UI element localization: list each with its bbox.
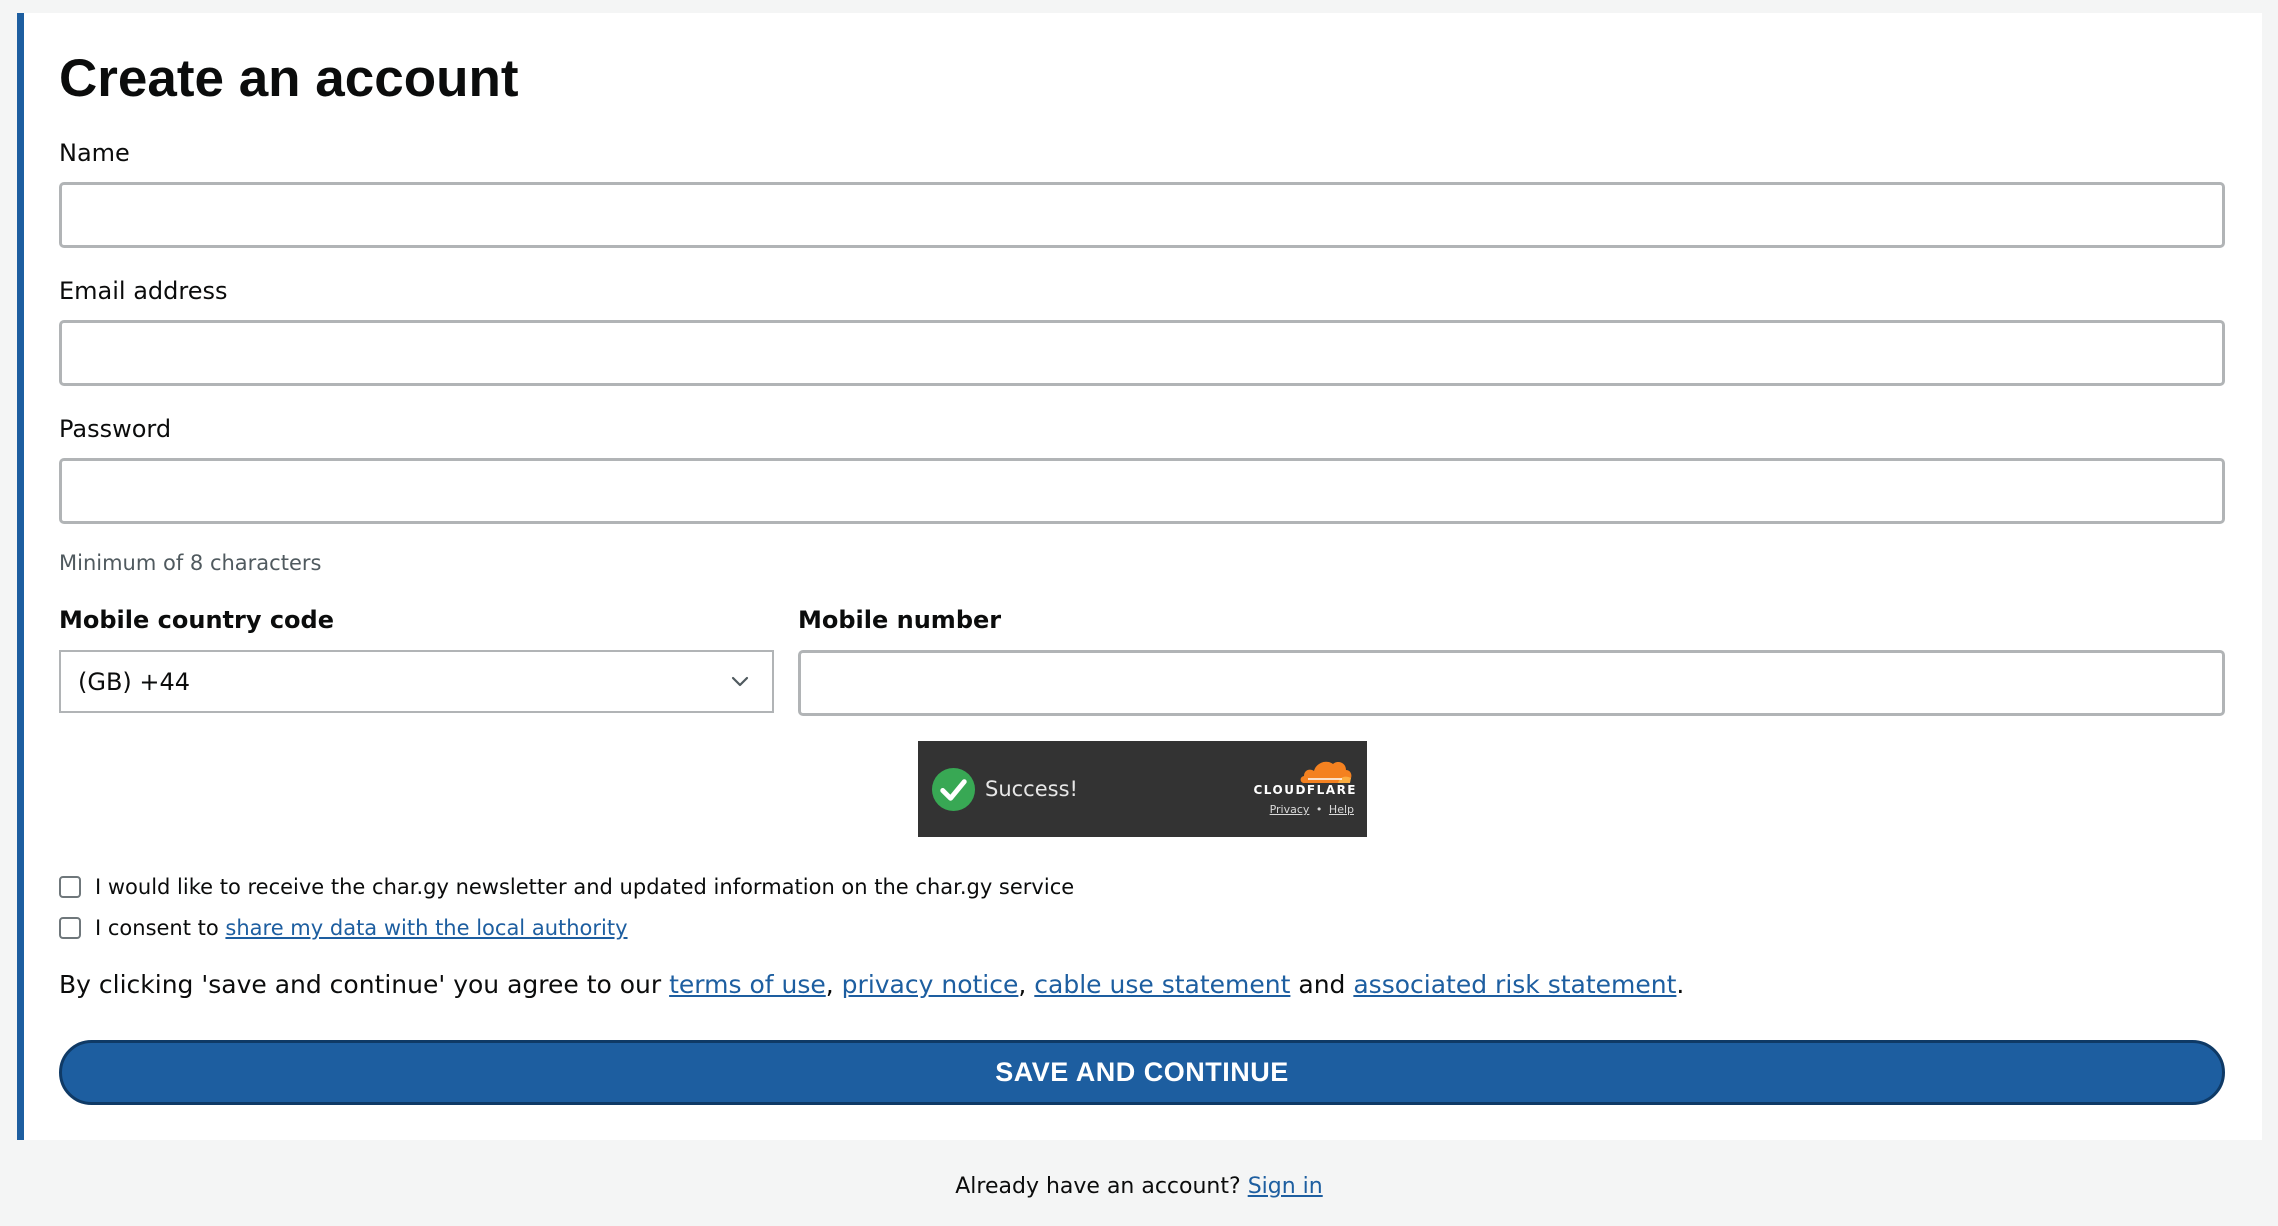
name-input[interactable] (59, 182, 2225, 248)
password-input[interactable] (59, 458, 2225, 524)
agreement-end: . (1676, 970, 1685, 999)
check-circle-icon (931, 767, 976, 812)
sign-in-link[interactable]: Sign in (1248, 1174, 1323, 1199)
save-and-continue-button[interactable]: SAVE AND CONTINUE (59, 1040, 2225, 1105)
cloudflare-logo-icon (1300, 761, 1352, 783)
signin-footer: Already have an account? Sign in (0, 1170, 2278, 1204)
terms-of-use-link[interactable]: terms of use (669, 970, 826, 999)
captcha-link-separator: • (1315, 803, 1323, 816)
mobile-number-input[interactable] (798, 650, 2225, 716)
associated-risk-statement-link[interactable]: associated risk statement (1353, 970, 1676, 999)
captcha-links: Privacy • Help (1218, 803, 1354, 816)
email-input[interactable] (59, 320, 2225, 386)
share-data-consent-row: I consent to share my data with the loca… (59, 913, 628, 943)
agreement-separator: , (1018, 970, 1035, 999)
signin-prompt: Already have an account? (955, 1174, 1248, 1199)
cable-use-statement-link[interactable]: cable use statement (1034, 970, 1290, 999)
agreement-and: and (1290, 970, 1354, 999)
chevron-down-icon (731, 676, 749, 687)
share-data-label: I consent to (95, 916, 226, 940)
mobile-number-label: Mobile number (798, 606, 1002, 634)
country-code-value: (GB) +44 (78, 667, 191, 696)
agreement-separator: , (825, 970, 842, 999)
captcha-privacy-link[interactable]: Privacy (1270, 803, 1310, 816)
captcha-help-link[interactable]: Help (1329, 803, 1354, 816)
country-code-label: Mobile country code (59, 606, 335, 634)
country-code-select[interactable]: (GB) +44 (59, 650, 774, 713)
share-data-link[interactable]: share my data with the local authority (225, 916, 627, 940)
cloudflare-captcha-widget: Success! CLOUDFLARE Privacy • Help (918, 741, 1367, 837)
page-title: Create an account (59, 49, 519, 108)
password-label: Password (59, 415, 172, 443)
newsletter-checkbox[interactable] (59, 876, 81, 898)
agreement-text: By clicking 'save and continue' you agre… (59, 968, 1684, 1002)
share-data-checkbox[interactable] (59, 917, 81, 939)
newsletter-label: I would like to receive the char.gy news… (95, 875, 1075, 899)
privacy-notice-link[interactable]: privacy notice (842, 970, 1019, 999)
name-label: Name (59, 139, 130, 167)
captcha-status: Success! (985, 777, 1078, 801)
cloudflare-brand: CLOUDFLARE (1253, 783, 1357, 797)
password-hint: Minimum of 8 characters (59, 551, 322, 575)
agreement-prefix: By clicking 'save and continue' you agre… (59, 970, 670, 999)
newsletter-consent-row: I would like to receive the char.gy news… (59, 872, 1074, 902)
email-label: Email address (59, 277, 228, 305)
